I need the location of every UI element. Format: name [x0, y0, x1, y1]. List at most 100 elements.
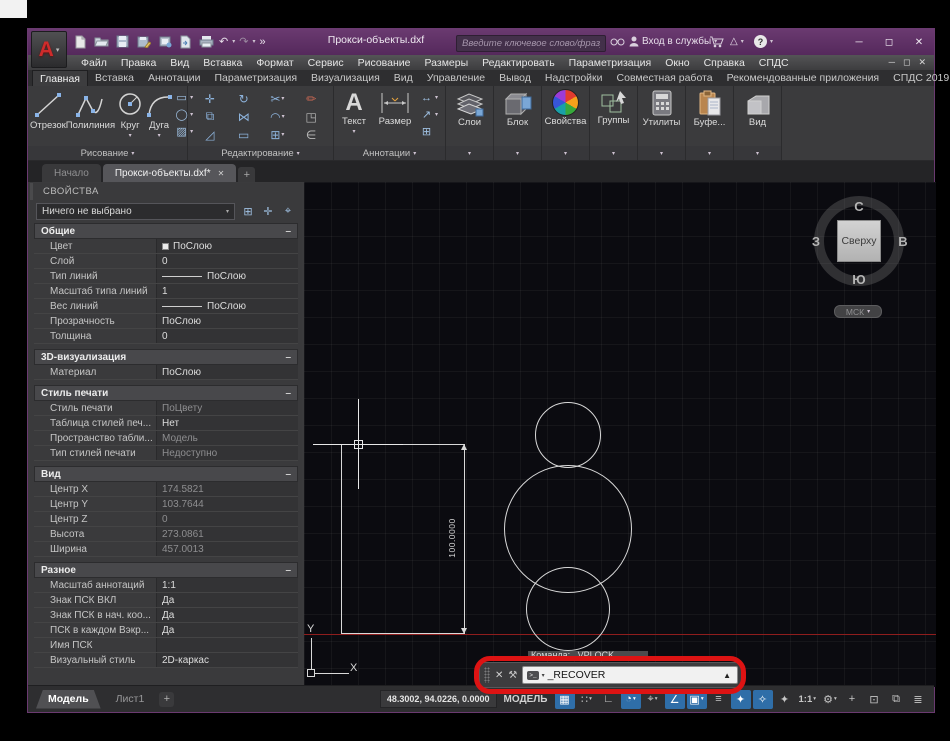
- edit-tool-icon[interactable]: ↻ ▾: [228, 90, 260, 107]
- palette-tool-icon[interactable]: ⊞: [240, 204, 256, 220]
- menu-item[interactable]: Параметризация: [562, 57, 659, 69]
- panel-strip-annotation[interactable]: Аннотации▾: [334, 146, 445, 160]
- property-value[interactable]: 0: [156, 512, 298, 526]
- panel-strip-properties[interactable]: ▾: [542, 146, 589, 160]
- export-icon[interactable]: [177, 33, 194, 50]
- close-button[interactable]: ✕: [904, 29, 934, 55]
- property-row[interactable]: Пространство табли... Модель: [34, 431, 298, 446]
- annotation-tool-icon[interactable]: ⊞ ▾: [418, 125, 440, 140]
- edit-tool-icon[interactable]: ⧉ ▾: [194, 108, 226, 125]
- add-layout-button[interactable]: +: [159, 692, 174, 707]
- property-row[interactable]: Таблица стилей печ... Нет: [34, 416, 298, 431]
- new-tab-button[interactable]: +: [238, 167, 255, 182]
- plot-icon[interactable]: [156, 33, 173, 50]
- ribbon-tab[interactable]: Вставка: [88, 70, 141, 86]
- property-value[interactable]: Недоступно: [156, 446, 298, 460]
- ribbon-tab[interactable]: Рекомендованные приложения: [720, 70, 887, 86]
- status-toggle[interactable]: ≡ ▾: [709, 690, 729, 709]
- collapse-icon[interactable]: –: [285, 226, 291, 237]
- layers-button[interactable]: Слои: [446, 86, 493, 128]
- property-row[interactable]: Толщина 0: [34, 329, 298, 344]
- application-menu-button[interactable]: A ▾: [31, 31, 67, 68]
- doc-close-icon[interactable]: ✕: [918, 57, 926, 68]
- property-row[interactable]: Стиль печати ПоЦвету: [34, 401, 298, 416]
- section-header[interactable]: Вид –: [34, 466, 298, 482]
- section-header[interactable]: Разное –: [34, 562, 298, 578]
- file-tab-start[interactable]: Начало: [42, 164, 101, 182]
- edit-tool-icon[interactable]: ⋈ ▾: [228, 108, 260, 125]
- circle-button[interactable]: Круг ▾: [115, 87, 145, 140]
- property-row[interactable]: Центр X 174.5821: [34, 482, 298, 497]
- menu-item[interactable]: СПДС: [752, 57, 796, 69]
- tab-close-icon[interactable]: ✕: [218, 169, 225, 178]
- edit-tool-icon[interactable]: ▭ ▾: [228, 126, 260, 143]
- property-row[interactable]: Вес линий ПоСлою: [34, 299, 298, 314]
- history-expand-icon[interactable]: ▲: [723, 671, 733, 680]
- ribbon-tab[interactable]: Надстройки: [538, 70, 610, 86]
- status-toggle[interactable]: ✧ ▾: [753, 690, 773, 709]
- status-toggle[interactable]: ✦ ▾: [731, 690, 751, 709]
- status-toggle[interactable]: ∠ ▾: [665, 690, 685, 709]
- panel-strip-view[interactable]: ▾: [734, 146, 781, 160]
- property-value[interactable]: 0: [156, 254, 298, 268]
- collapse-icon[interactable]: –: [285, 388, 291, 399]
- minimize-button[interactable]: ─: [844, 29, 874, 55]
- property-row[interactable]: Имя ПСК: [34, 638, 298, 653]
- menu-item[interactable]: Размеры: [418, 57, 476, 69]
- open-folder-icon[interactable]: [93, 33, 110, 50]
- edit-tool-icon[interactable]: ◳ ▾: [295, 108, 327, 125]
- property-value[interactable]: 273.0861: [156, 527, 298, 541]
- new-file-icon[interactable]: [72, 33, 89, 50]
- property-value[interactable]: 0: [156, 329, 298, 343]
- undo-icon[interactable]: ↶: [219, 35, 228, 48]
- menu-item[interactable]: Правка: [114, 57, 163, 69]
- selection-dropdown[interactable]: Ничего не выбрано ▾: [36, 203, 235, 220]
- status-toggle[interactable]: ▣ ▾: [687, 690, 707, 709]
- viewcube-north[interactable]: С: [847, 199, 871, 214]
- groups-button[interactable]: Группы: [590, 86, 637, 126]
- property-row[interactable]: Цвет ПоСлою: [34, 239, 298, 254]
- help-menu[interactable]: ?▾: [754, 33, 773, 50]
- view-button[interactable]: Вид: [734, 86, 781, 128]
- file-tab-document[interactable]: Прокси-объекты.dxf* ✕: [103, 164, 236, 182]
- status-toggle[interactable]: ⊡ ▾: [864, 690, 884, 709]
- ribbon-tab[interactable]: Вид: [387, 70, 420, 86]
- property-row[interactable]: Центр Y 103.7644: [34, 497, 298, 512]
- signin-menu[interactable]: Вход в службы▾: [629, 33, 717, 50]
- edit-tool-icon[interactable]: ∈ ▾: [295, 126, 327, 143]
- property-row[interactable]: Слой 0: [34, 254, 298, 269]
- property-value[interactable]: Да: [156, 623, 298, 637]
- edit-tool-icon[interactable]: ✏ ▾: [295, 90, 327, 107]
- property-value[interactable]: ПоСлою: [156, 239, 298, 253]
- ribbon-tab[interactable]: СПДС 2019: [886, 70, 950, 86]
- menu-item[interactable]: Формат: [249, 57, 300, 69]
- model-space-label[interactable]: МОДЕЛЬ: [500, 694, 552, 705]
- property-row[interactable]: Знак ПСК ВКЛ Да: [34, 593, 298, 608]
- layout-tab-model[interactable]: Модель: [36, 690, 101, 709]
- property-row[interactable]: Центр Z 0: [34, 512, 298, 527]
- drawn-circle-top[interactable]: [535, 402, 601, 468]
- ribbon-tab[interactable]: Главная: [32, 70, 88, 86]
- help-icon[interactable]: ?: [754, 35, 767, 48]
- dimension-button[interactable]: Размер: [372, 87, 418, 140]
- search-input[interactable]: [456, 35, 606, 52]
- property-row[interactable]: ПСК в каждом Вэкр... Да: [34, 623, 298, 638]
- layout-tab-sheet1[interactable]: Лист1: [104, 690, 157, 709]
- search-binoculars-icon[interactable]: [610, 33, 625, 50]
- status-toggle[interactable]: ⌖ ▾: [643, 690, 663, 709]
- menu-item[interactable]: Файл: [74, 57, 114, 69]
- annotation-tool-icon[interactable]: ↗ ▾: [418, 108, 440, 123]
- property-value[interactable]: 103.7644: [156, 497, 298, 511]
- edit-tool-icon[interactable]: ⊞ ▾: [262, 126, 294, 143]
- property-row[interactable]: Тип стилей печати Недоступно: [34, 446, 298, 461]
- status-toggle[interactable]: + ▾: [842, 690, 862, 709]
- line-button[interactable]: Отрезок: [30, 87, 66, 140]
- panel-strip-layers[interactable]: ▾: [446, 146, 493, 160]
- property-row[interactable]: Прозрачность ПоСлою: [34, 314, 298, 329]
- redo-icon[interactable]: ↷: [239, 35, 248, 48]
- drag-grip-icon[interactable]: [484, 667, 490, 683]
- text-button[interactable]: A Текст ▾: [336, 87, 372, 140]
- redo-caret-icon[interactable]: ▾: [252, 38, 255, 45]
- status-toggle[interactable]: ∷ ▾: [577, 690, 597, 709]
- edit-tool-icon[interactable]: ✛ ▾: [194, 90, 226, 107]
